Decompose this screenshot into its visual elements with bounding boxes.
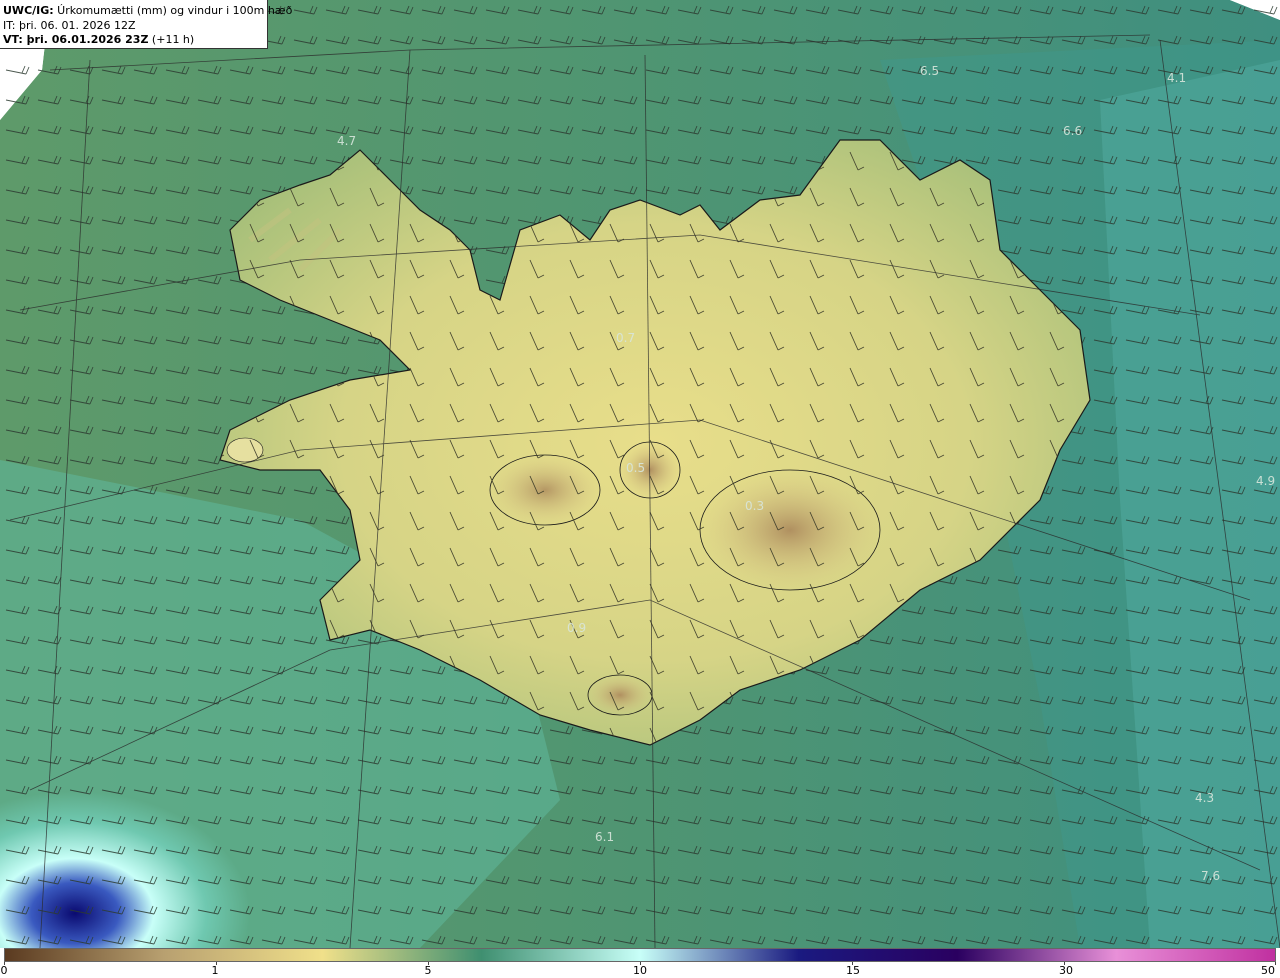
title-line-valid-time: VT: þri. 06.01.2026 23Z (+11 h) — [3, 33, 264, 48]
value-label: 6.5 — [920, 64, 939, 78]
value-label: 6.6 — [1063, 124, 1082, 138]
initial-time: IT: þri. 06. 01. 2026 12Z — [3, 18, 136, 32]
colorbar-label: 1 — [211, 964, 219, 977]
forecast-map: 4.7 6.5 4.1 6.6 0.7 0.5 0.3 4.9 0.9 6.1 … — [0, 0, 1280, 978]
colorbar-label: 50 — [1261, 964, 1275, 977]
value-label: 0.7 — [616, 331, 635, 345]
colorbar-tick — [1275, 962, 1276, 965]
value-label: 7.6 — [1201, 869, 1220, 883]
value-label: 4.1 — [1167, 71, 1186, 85]
value-label: 0.3 — [745, 499, 764, 513]
value-label: 4.9 — [1256, 474, 1275, 488]
colorbar-label: 15 — [846, 964, 860, 977]
value-label: 0.5 — [626, 461, 645, 475]
colorbar-label: 10 — [633, 964, 647, 977]
colorbar-label: 0 — [0, 964, 8, 977]
product-description: Úrkomumætti (mm) og vindur i 100m hæð — [53, 4, 293, 17]
valid-time: VT: þri. 06.01.2026 23Z — [3, 33, 149, 46]
colorbar-label: 30 — [1059, 964, 1073, 977]
title-line-product: UWC/IG: Úrkomumætti (mm) og vindur i 100… — [3, 4, 292, 19]
map-canvas: 4.7 6.5 4.1 6.6 0.7 0.5 0.3 4.9 0.9 6.1 … — [0, 0, 1280, 948]
colorbar-label: 5 — [424, 964, 432, 977]
value-label: 6.1 — [595, 830, 614, 844]
value-label: 4.7 — [337, 134, 356, 148]
value-label: 0.9 — [567, 621, 586, 635]
colorbar: 0 1 5 10 15 30 50 — [0, 948, 1280, 978]
forecast-offset: (+11 h) — [148, 33, 195, 46]
colorbar-strip — [4, 948, 1276, 962]
map-title-box: UWC/IG: Úrkomumætti (mm) og vindur i 100… — [0, 0, 292, 49]
value-label: 4.3 — [1195, 791, 1214, 805]
product-code: UWC/IG: — [3, 4, 54, 17]
